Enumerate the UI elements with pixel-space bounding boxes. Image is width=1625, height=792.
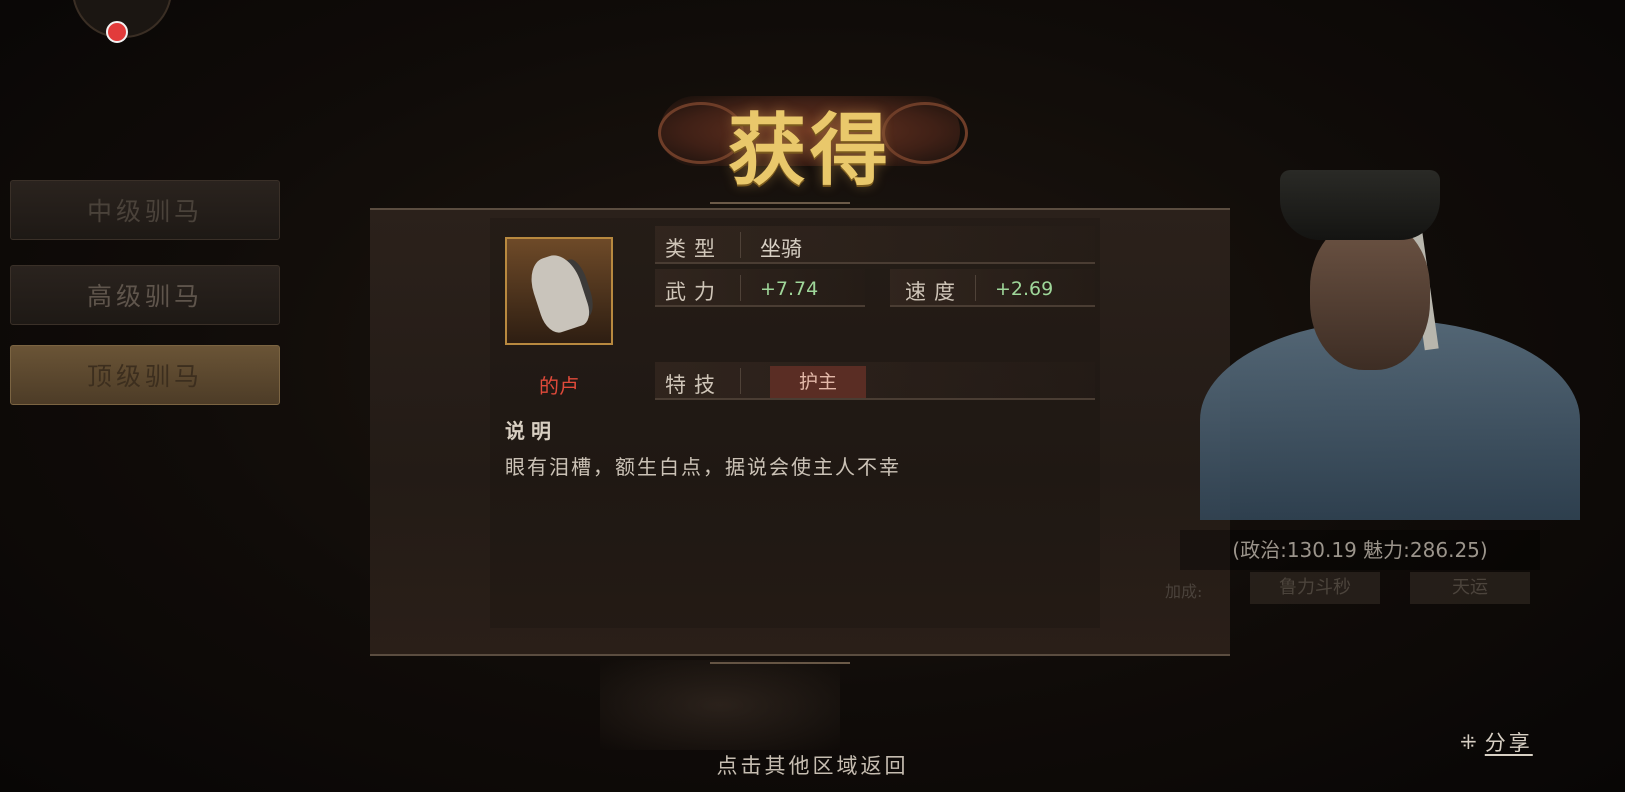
return-hint: 点击其他区域返回 (716, 754, 909, 778)
attr-row-force: 武力 +7.74 (655, 269, 865, 307)
menu-high-tame[interactable]: 高级驯马 (10, 265, 280, 325)
skill-row: 特技 (655, 362, 1095, 400)
horse-head-icon (524, 249, 594, 337)
speed-label: 速度 (905, 280, 963, 304)
menu-mid-tame-label: 中级驯马 (86, 197, 203, 226)
attr-row-speed: 速度 +2.69 (890, 269, 1095, 307)
menu-top-tame-label: 顶级驯马 (86, 362, 203, 391)
force-value: +7.74 (760, 278, 819, 300)
speed-separator (975, 275, 976, 301)
menu-top-tame[interactable]: 顶级驯马 (10, 345, 280, 405)
character-hat (1280, 170, 1440, 240)
bonus-chip-2: 天运 (1410, 572, 1530, 604)
character-stats: (政治:130.19 魅力:286.25) (1180, 530, 1540, 570)
skill-chip[interactable]: 护主 (770, 366, 866, 398)
bonus-label: 加成: (1165, 582, 1203, 601)
description-label: 说明 (505, 419, 557, 443)
menu-mid-tame[interactable]: 中级驯马 (10, 180, 280, 240)
horse-portrait[interactable] (505, 237, 613, 345)
panel-top-ornament (710, 202, 850, 212)
type-row: 类型 坐骑 (655, 226, 1095, 264)
bottom-glow (600, 660, 840, 750)
type-separator (740, 232, 741, 258)
bonus-chip-1: 鲁力斗秒 (1250, 572, 1380, 604)
menu-high-tame-label: 高级驯马 (86, 282, 203, 311)
title-banner: 获得 (560, 78, 1060, 196)
speed-value: +2.69 (995, 278, 1054, 300)
character-face (1310, 220, 1430, 370)
force-separator (740, 275, 741, 301)
skill-separator (740, 368, 741, 394)
type-value: 坐骑 (760, 237, 802, 261)
page-title: 获得 (727, 105, 892, 196)
description-text: 眼有泪槽，额生白点，据说会使主人不幸 (505, 455, 901, 479)
type-label: 类型 (665, 237, 723, 261)
force-label: 武力 (665, 280, 723, 304)
character-portrait (1180, 150, 1580, 520)
character-bonus-row: 加成: 鲁力斗秒 天运 (1165, 568, 1545, 608)
item-name: 的卢 (539, 374, 579, 398)
notification-dot-icon (106, 21, 128, 43)
skill-label: 特技 (665, 373, 723, 397)
